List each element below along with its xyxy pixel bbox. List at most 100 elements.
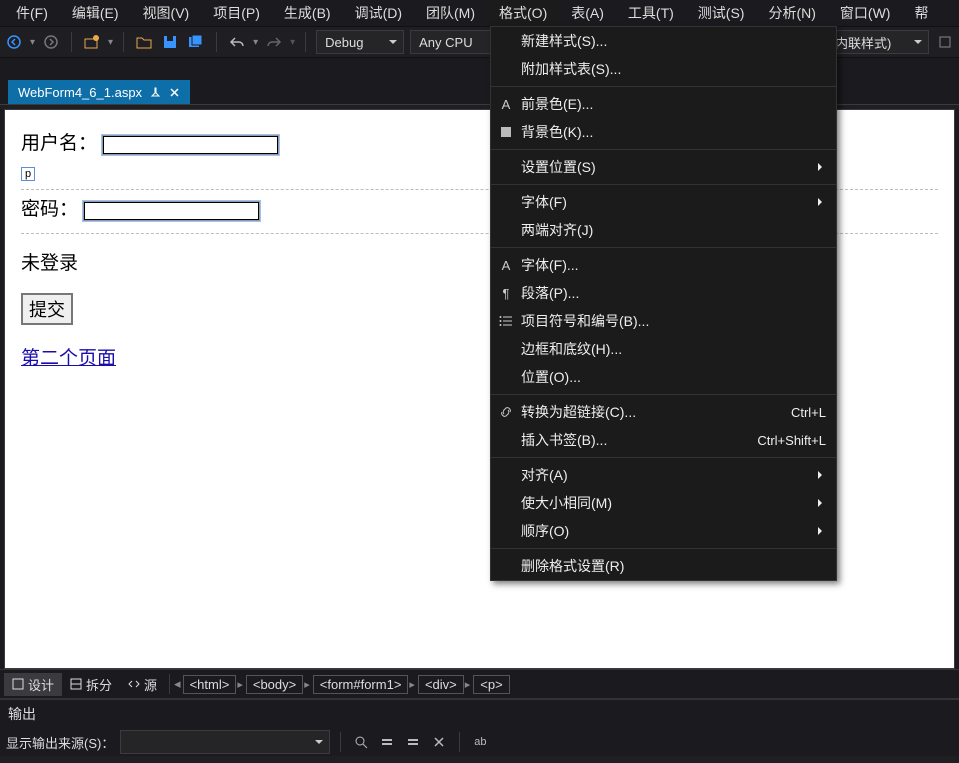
pin-icon[interactable] xyxy=(150,87,161,98)
breadcrumb-item[interactable]: <form#form1> xyxy=(313,675,409,694)
menu-item[interactable]: 格式(O) xyxy=(487,0,559,26)
menu-item[interactable]: 附加样式表(S)... xyxy=(491,55,836,83)
dropdown-caret-icon: ▾ xyxy=(290,37,295,48)
clear-icon[interactable] xyxy=(429,732,449,752)
breadcrumb-item[interactable]: <body> xyxy=(246,675,303,694)
breadcrumb-item[interactable]: <p> xyxy=(473,675,509,694)
menu-item[interactable]: 团队(M) xyxy=(414,0,487,26)
menu-item-label: 设置位置(S) xyxy=(521,157,826,177)
A-icon: A xyxy=(491,97,521,112)
A-icon: A xyxy=(491,258,521,273)
dropdown-caret-icon[interactable]: ▾ xyxy=(30,37,35,48)
menu-separator xyxy=(491,394,836,395)
view-source[interactable]: 源 xyxy=(120,673,165,696)
menu-item[interactable]: 新建样式(S)... xyxy=(491,27,836,55)
chevron-right-icon: ▸ xyxy=(409,678,415,691)
format-menu-dropdown: 新建样式(S)... 附加样式表(S)... A前景色(E)... 背景色(K)...… xyxy=(490,26,837,581)
p-tag-marker[interactable]: p xyxy=(21,167,35,181)
open-icon[interactable] xyxy=(134,32,154,52)
more-icon[interactable] xyxy=(935,32,955,52)
menu-item[interactable]: 项目符号和编号(B)... xyxy=(491,307,836,335)
view-split[interactable]: 拆分 xyxy=(62,673,120,696)
output-panel-title: 输出 xyxy=(0,699,959,728)
split-icon xyxy=(70,678,82,690)
menu-item[interactable]: A字体(F)... xyxy=(491,251,836,279)
dropdown-caret-icon[interactable]: ▾ xyxy=(253,37,258,48)
menu-item-label: 边框和底纹(H)... xyxy=(521,339,826,359)
back-icon[interactable] xyxy=(4,32,24,52)
¶-icon: ¶ xyxy=(491,286,521,301)
menu-item[interactable]: 两端对齐(J) xyxy=(491,216,836,244)
menu-item[interactable]: 项目(P) xyxy=(201,0,272,26)
breadcrumb-item[interactable]: <html> xyxy=(183,675,237,694)
menu-item[interactable]: ¶段落(P)... xyxy=(491,279,836,307)
username-input[interactable] xyxy=(102,135,279,155)
wrap-icon[interactable]: ab xyxy=(470,732,490,752)
separator xyxy=(123,32,124,52)
output-toolbar: 显示输出来源(S)： ab xyxy=(0,728,959,756)
tab-webform[interactable]: WebForm4_6_1.aspx xyxy=(8,80,190,104)
menu-item[interactable]: 使大小相同(M) xyxy=(491,489,836,517)
menu-item[interactable]: A前景色(E)... xyxy=(491,90,836,118)
breadcrumb-item[interactable]: <div> xyxy=(418,675,464,694)
password-input[interactable] xyxy=(83,201,260,221)
menu-item[interactable]: 边框和底纹(H)... xyxy=(491,335,836,363)
close-icon[interactable] xyxy=(169,87,180,98)
goto-prev-icon[interactable] xyxy=(377,732,397,752)
fill-icon xyxy=(491,125,521,139)
menu-separator xyxy=(491,149,836,150)
forward-icon[interactable] xyxy=(41,32,61,52)
menu-separator xyxy=(491,457,836,458)
list-icon xyxy=(491,314,521,328)
menu-item[interactable]: 视图(V) xyxy=(131,0,202,26)
save-icon[interactable] xyxy=(160,32,180,52)
source-icon xyxy=(128,678,140,690)
menu-item[interactable]: 删除格式设置(R) xyxy=(491,552,836,580)
menu-item[interactable]: 表(A) xyxy=(559,0,616,26)
undo-icon[interactable] xyxy=(227,32,247,52)
redo-icon[interactable] xyxy=(264,32,284,52)
menu-separator xyxy=(491,548,836,549)
menu-item[interactable]: 设置位置(S) xyxy=(491,153,836,181)
menu-item[interactable]: 测试(S) xyxy=(686,0,757,26)
menu-item-label: 背景色(K)... xyxy=(521,122,826,142)
save-all-icon[interactable] xyxy=(186,32,206,52)
menu-shortcut: Ctrl+Shift+L xyxy=(757,433,826,448)
second-page-link[interactable]: 第二个页面 xyxy=(21,348,116,369)
menu-item[interactable]: 分析(N) xyxy=(756,0,827,26)
menu-item[interactable]: 件(F) xyxy=(4,0,60,26)
chevron-right-icon: ▸ xyxy=(304,678,310,691)
menu-item[interactable]: 字体(F) xyxy=(491,188,836,216)
config-combo[interactable]: Debug xyxy=(316,30,404,54)
menu-item[interactable]: 窗口(W) xyxy=(828,0,903,26)
menu-item[interactable]: 顺序(O) xyxy=(491,517,836,545)
submit-button[interactable]: 提交 xyxy=(21,293,73,325)
menu-item[interactable]: 背景色(K)... xyxy=(491,118,836,146)
menu-item[interactable]: 对齐(A) xyxy=(491,461,836,489)
menu-item-label: 字体(F) xyxy=(521,192,826,212)
design-icon xyxy=(12,678,24,690)
username-label: 用户名： xyxy=(21,133,97,154)
new-project-icon[interactable] xyxy=(82,32,102,52)
menu-item[interactable]: 生成(B) xyxy=(272,0,343,26)
output-source-combo[interactable] xyxy=(120,730,330,754)
menu-item-label: 插入书签(B)... xyxy=(521,430,757,450)
menu-item[interactable]: 插入书签(B)...Ctrl+Shift+L xyxy=(491,426,836,454)
menu-item[interactable]: 转换为超链接(C)...Ctrl+L xyxy=(491,398,836,426)
find-icon[interactable] xyxy=(351,732,371,752)
menu-item-label: 新建样式(S)... xyxy=(521,31,826,51)
menu-item[interactable]: 工具(T) xyxy=(616,0,686,26)
menu-item[interactable]: 帮 xyxy=(902,0,940,26)
goto-next-icon[interactable] xyxy=(403,732,423,752)
menu-item[interactable]: 调试(D) xyxy=(343,0,414,26)
menu-item-label: 字体(F)... xyxy=(521,255,826,275)
separator xyxy=(71,32,72,52)
separator xyxy=(216,32,217,52)
menu-item[interactable]: 编辑(E) xyxy=(60,0,131,26)
dropdown-caret-icon[interactable]: ▾ xyxy=(108,37,113,48)
menu-item-label: 顺序(O) xyxy=(521,521,826,541)
view-design[interactable]: 设计 xyxy=(4,673,62,696)
tab-title: WebForm4_6_1.aspx xyxy=(18,85,142,100)
separator xyxy=(305,32,306,52)
menu-item[interactable]: 位置(O)... xyxy=(491,363,836,391)
